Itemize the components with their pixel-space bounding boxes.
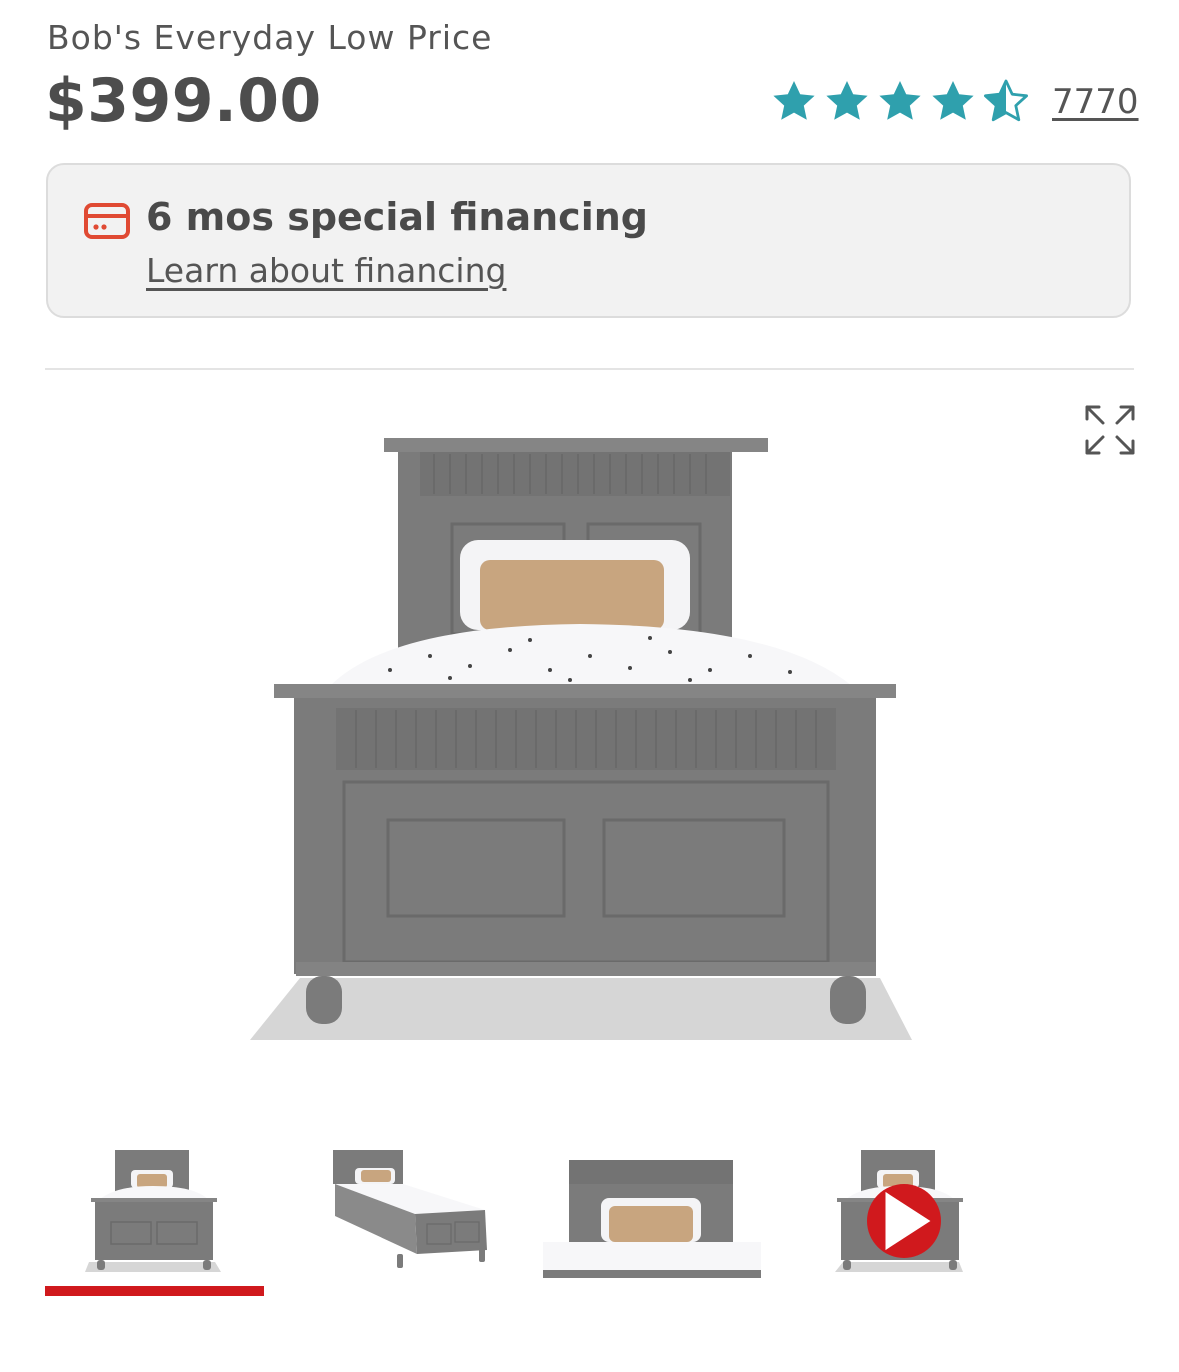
play-video-button[interactable] bbox=[867, 1184, 941, 1258]
financing-banner: 6 mos special financing Learn about fina… bbox=[46, 163, 1131, 318]
bed-front-view-thumbnail[interactable] bbox=[45, 1140, 265, 1280]
product-price: $399.00 bbox=[45, 66, 322, 136]
credit-card-icon bbox=[84, 203, 130, 239]
star-full-icon bbox=[932, 81, 974, 120]
expand-icon[interactable] bbox=[1084, 404, 1136, 456]
star-full-icon bbox=[826, 81, 868, 120]
star-full-icon bbox=[879, 81, 921, 120]
play-icon bbox=[885, 1191, 931, 1251]
learn-about-financing-link[interactable]: Learn about financing bbox=[146, 251, 506, 290]
bed-headboard-view-thumbnail[interactable] bbox=[543, 1140, 763, 1280]
thumbnail-strip bbox=[45, 1140, 1135, 1320]
bed-headboard-thumbnail-image bbox=[543, 1160, 761, 1278]
gray-panel-bed-image[interactable] bbox=[240, 430, 920, 1050]
selected-thumbnail-indicator bbox=[45, 1286, 264, 1296]
price-label: Bob's Everyday Low Price bbox=[47, 18, 493, 57]
financing-title: 6 mos special financing bbox=[146, 195, 648, 239]
bed-angled-view-thumbnail[interactable] bbox=[325, 1140, 545, 1280]
bed-video-thumbnail[interactable] bbox=[823, 1140, 1043, 1280]
star-rating[interactable] bbox=[770, 74, 1035, 130]
bed-front-thumbnail-image bbox=[85, 1150, 221, 1272]
bed-angled-thumbnail-image bbox=[333, 1150, 487, 1268]
star-full-icon bbox=[773, 81, 815, 120]
star-half-icon bbox=[984, 79, 1028, 122]
section-divider bbox=[45, 368, 1134, 370]
review-count-link[interactable]: 7770 bbox=[1052, 82, 1139, 122]
